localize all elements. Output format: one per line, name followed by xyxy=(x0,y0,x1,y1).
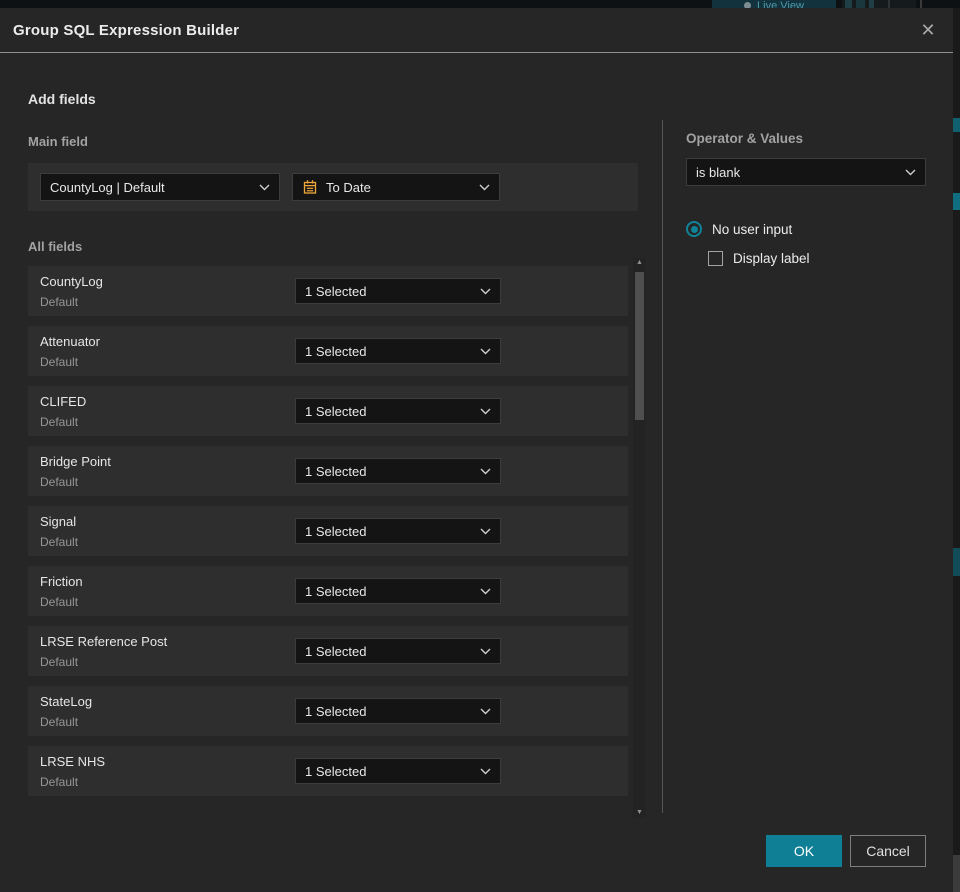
row-selected-dropdown-value: 1 Selected xyxy=(305,703,367,719)
main-field-label: Main field xyxy=(28,134,88,149)
add-fields-heading: Add fields xyxy=(28,91,96,107)
row-selected-dropdown[interactable]: 1 Selected xyxy=(295,278,501,304)
scrollbar-up-icon[interactable]: ▲ xyxy=(633,258,646,268)
scrollbar-thumb[interactable] xyxy=(635,272,644,420)
chevron-down-icon xyxy=(480,528,491,534)
operator-select-value: is blank xyxy=(696,164,741,180)
row-selected-dropdown[interactable]: 1 Selected xyxy=(295,638,501,664)
dialog-title: Group SQL Expression Builder xyxy=(13,22,240,39)
main-field-select-value: CountyLog | Default xyxy=(50,179,165,195)
field-subtitle: Default xyxy=(40,295,79,309)
row-selected-dropdown[interactable]: 1 Selected xyxy=(295,758,501,784)
chevron-down-icon xyxy=(480,348,491,354)
main-value-select-content: To Date xyxy=(302,179,371,195)
background-fragment xyxy=(953,548,960,576)
row-selected-dropdown[interactable]: 1 Selected xyxy=(295,698,501,724)
row-selected-dropdown[interactable]: 1 Selected xyxy=(295,578,501,604)
live-view-button[interactable]: Live View xyxy=(712,0,836,8)
field-row: CLIFED Default 1 Selected xyxy=(28,386,628,436)
row-selected-dropdown-value: 1 Selected xyxy=(305,343,367,359)
field-name: Friction xyxy=(40,574,83,589)
field-row: Signal Default 1 Selected xyxy=(28,506,628,556)
display-label-text: Display label xyxy=(733,251,810,266)
radio-dot xyxy=(690,225,698,233)
checkbox-unchecked-icon xyxy=(708,251,723,266)
operator-select[interactable]: is blank xyxy=(686,158,926,186)
field-row: Attenuator Default 1 Selected xyxy=(28,326,628,376)
field-name: Attenuator xyxy=(40,334,100,349)
field-subtitle: Default xyxy=(40,355,79,369)
row-selected-dropdown[interactable]: 1 Selected xyxy=(295,398,501,424)
field-subtitle: Default xyxy=(40,415,79,429)
field-name: Bridge Point xyxy=(40,454,111,469)
operator-values-label: Operator & Values xyxy=(686,131,804,146)
list-scrollbar[interactable]: ▲ ▼ xyxy=(633,258,646,818)
background-app-right-strip xyxy=(953,8,960,892)
field-name: Signal xyxy=(40,514,77,529)
field-name: CLIFED xyxy=(40,394,87,409)
main-value-select-value: To Date xyxy=(326,179,371,195)
close-icon[interactable]: ✕ xyxy=(917,19,939,41)
field-subtitle: Default xyxy=(40,715,79,729)
row-selected-dropdown-value: 1 Selected xyxy=(305,583,367,599)
main-field-container: CountyLog | Default To Date xyxy=(28,163,638,211)
field-row: Friction Default 1 Selected xyxy=(28,566,628,616)
background-app-top-strip: Live View xyxy=(0,0,960,8)
background-fragment xyxy=(842,0,916,8)
chevron-down-icon xyxy=(480,708,491,714)
field-row: StateLog Default 1 Selected xyxy=(28,686,628,736)
radio-selected-icon xyxy=(686,221,702,237)
background-fragment xyxy=(920,0,922,8)
field-subtitle: Default xyxy=(40,595,79,609)
chevron-down-icon xyxy=(480,588,491,594)
field-subtitle: Default xyxy=(40,775,79,789)
chevron-down-icon xyxy=(905,169,916,175)
row-selected-dropdown-value: 1 Selected xyxy=(305,283,367,299)
dialog-header: Group SQL Expression Builder ✕ xyxy=(0,8,953,53)
background-fragment xyxy=(953,855,960,892)
display-label-checkbox[interactable]: Display label xyxy=(708,251,810,266)
row-selected-dropdown-value: 1 Selected xyxy=(305,643,367,659)
field-row: CountyLog Default 1 Selected xyxy=(28,266,628,316)
panel-divider xyxy=(662,120,663,813)
row-selected-dropdown-value: 1 Selected xyxy=(305,763,367,779)
field-row: LRSE NHS Default 1 Selected xyxy=(28,746,628,796)
row-selected-dropdown[interactable]: 1 Selected xyxy=(295,338,501,364)
calendar-icon xyxy=(303,180,317,194)
chevron-down-icon xyxy=(480,468,491,474)
row-selected-dropdown-value: 1 Selected xyxy=(305,403,367,419)
field-subtitle: Default xyxy=(40,655,79,669)
main-field-select[interactable]: CountyLog | Default xyxy=(40,173,280,201)
no-user-input-radio[interactable]: No user input xyxy=(686,221,792,237)
row-selected-dropdown[interactable]: 1 Selected xyxy=(295,518,501,544)
main-value-select[interactable]: To Date xyxy=(292,173,500,201)
no-user-input-label: No user input xyxy=(712,221,793,237)
chevron-down-icon xyxy=(259,184,270,190)
ok-button[interactable]: OK xyxy=(766,835,842,867)
row-selected-dropdown[interactable]: 1 Selected xyxy=(295,458,501,484)
chevron-down-icon xyxy=(480,408,491,414)
background-fragment xyxy=(953,118,960,132)
field-row: LRSE Reference Post Default 1 Selected xyxy=(28,626,628,676)
field-row: Bridge Point Default 1 Selected xyxy=(28,446,628,496)
field-subtitle: Default xyxy=(40,535,79,549)
all-fields-list: CountyLog Default 1 Selected Attenuator … xyxy=(28,266,628,806)
row-selected-dropdown-value: 1 Selected xyxy=(305,463,367,479)
chevron-down-icon xyxy=(480,768,491,774)
live-view-label: Live View xyxy=(757,0,804,8)
group-sql-expression-builder-dialog: Group SQL Expression Builder ✕ Add field… xyxy=(0,8,953,892)
row-selected-dropdown-value: 1 Selected xyxy=(305,523,367,539)
field-name: LRSE Reference Post xyxy=(40,634,168,649)
field-name: CountyLog xyxy=(40,274,103,289)
background-fragment xyxy=(953,193,960,210)
field-subtitle: Default xyxy=(40,475,79,489)
field-name: LRSE NHS xyxy=(40,754,106,769)
chevron-down-icon xyxy=(479,184,490,190)
scrollbar-down-icon[interactable]: ▼ xyxy=(633,808,646,818)
chevron-down-icon xyxy=(480,288,491,294)
chevron-down-icon xyxy=(480,648,491,654)
cancel-button[interactable]: Cancel xyxy=(850,835,926,867)
all-fields-label: All fields xyxy=(28,239,83,254)
field-name: StateLog xyxy=(40,694,93,709)
